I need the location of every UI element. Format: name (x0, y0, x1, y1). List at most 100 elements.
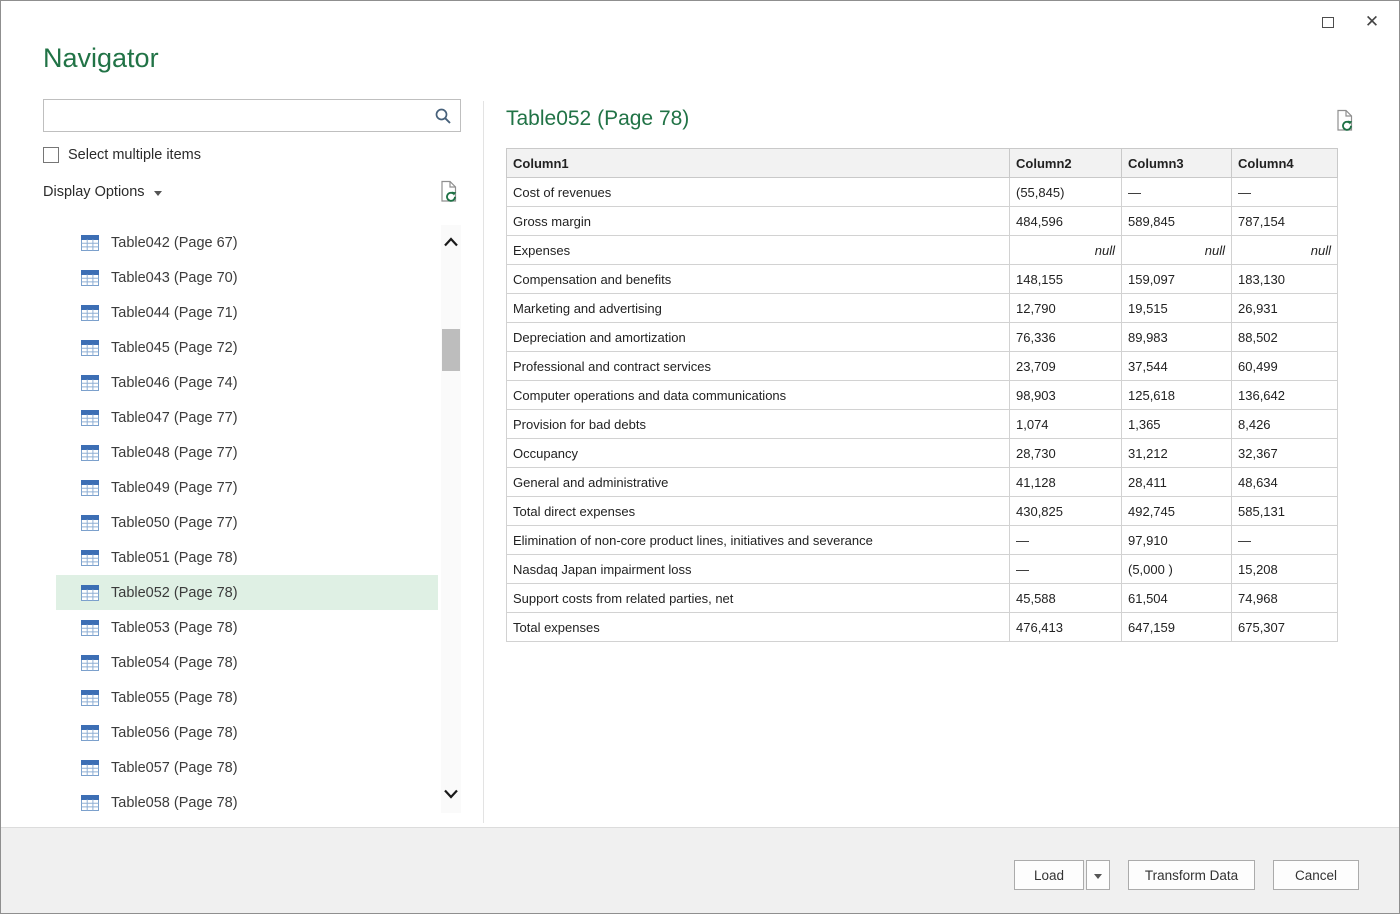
load-button[interactable]: Load (1014, 860, 1084, 890)
search-input[interactable] (44, 100, 426, 131)
refresh-preview-icon[interactable] (439, 180, 459, 209)
table-cell: Depreciation and amortization (506, 322, 1010, 352)
list-item[interactable]: Table042 (Page 67) (56, 225, 438, 260)
table-cell: Provision for bad debts (506, 409, 1010, 439)
table-cell: 1,365 (1121, 409, 1232, 439)
table-cell: 8,426 (1231, 409, 1338, 439)
column-header[interactable]: Column1 (506, 148, 1010, 178)
select-multiple-row: Select multiple items (43, 147, 201, 163)
table-cell: 476,413 (1009, 612, 1122, 642)
transform-data-button[interactable]: Transform Data (1128, 860, 1255, 890)
scrollbar-thumb[interactable] (442, 329, 460, 371)
list-item[interactable]: Table056 (Page 78) (56, 715, 438, 750)
table-grid-icon (81, 759, 99, 776)
table-grid-icon (81, 794, 99, 811)
table-cell: null (1009, 235, 1122, 265)
table-row: Computer operations and data communicati… (506, 380, 1338, 410)
table-cell: 589,845 (1121, 206, 1232, 236)
display-options-dropdown[interactable]: Display Options (43, 184, 162, 200)
table-grid-icon (81, 584, 99, 601)
table-cell: Expenses (506, 235, 1010, 265)
list-item-label: Table050 (Page 77) (111, 514, 238, 531)
column-header[interactable]: Column3 (1121, 148, 1232, 178)
table-cell: 32,367 (1231, 438, 1338, 468)
list-item[interactable]: Table051 (Page 78) (56, 540, 438, 575)
list-item-label: Table057 (Page 78) (111, 759, 238, 776)
search-box (43, 99, 461, 132)
table-cell: Compensation and benefits (506, 264, 1010, 294)
table-grid-icon (81, 724, 99, 741)
list-item[interactable]: Table048 (Page 77) (56, 435, 438, 470)
list-item[interactable]: Table044 (Page 71) (56, 295, 438, 330)
table-cell: 61,504 (1121, 583, 1232, 613)
search-icon[interactable] (434, 107, 453, 131)
list-item[interactable]: Table047 (Page 77) (56, 400, 438, 435)
column-header[interactable]: Column2 (1009, 148, 1122, 178)
list-item-label: Table056 (Page 78) (111, 724, 238, 741)
table-cell: 159,097 (1121, 264, 1232, 294)
list-item[interactable]: Table054 (Page 78) (56, 645, 438, 680)
list-item[interactable]: Table045 (Page 72) (56, 330, 438, 365)
table-list: Table042 (Page 67) Table043 (Page 70) Tabl… (56, 225, 438, 820)
table-cell: 89,983 (1121, 322, 1232, 352)
list-item[interactable]: Table057 (Page 78) (56, 750, 438, 785)
table-cell: 484,596 (1009, 206, 1122, 236)
table-row: Expenses null null null (506, 235, 1338, 265)
table-cell: — (1231, 525, 1338, 555)
table-cell: Elimination of non-core product lines, i… (506, 525, 1010, 555)
list-item[interactable]: Table058 (Page 78) (56, 785, 438, 820)
list-scrollbar[interactable] (441, 225, 461, 813)
table-row: Cost of revenues (55,845) — — (506, 177, 1338, 207)
close-button[interactable]: ✕ (1357, 9, 1387, 35)
refresh-preview-icon[interactable] (1335, 109, 1355, 138)
table-grid-icon (81, 304, 99, 321)
table-grid-icon (81, 269, 99, 286)
table-cell: (5,000 ) (1121, 554, 1232, 584)
table-cell: 492,745 (1121, 496, 1232, 526)
list-item[interactable]: Table055 (Page 78) (56, 680, 438, 715)
list-item[interactable]: Table050 (Page 77) (56, 505, 438, 540)
select-multiple-checkbox[interactable] (43, 147, 59, 163)
table-row: Depreciation and amortization 76,336 89,98… (506, 322, 1338, 352)
table-cell: 48,634 (1231, 467, 1338, 497)
scroll-up-icon[interactable] (442, 235, 460, 249)
table-row: Gross margin 484,596 589,845 787,154 (506, 206, 1338, 236)
display-options-label: Display Options (43, 184, 145, 200)
list-item-label: Table058 (Page 78) (111, 794, 238, 811)
select-multiple-label: Select multiple items (68, 147, 201, 163)
list-item[interactable]: Table046 (Page 74) (56, 365, 438, 400)
preview-header-row: Column1 Column2 Column3 Column4 (506, 148, 1338, 178)
cancel-button[interactable]: Cancel (1273, 860, 1359, 890)
table-grid-icon (81, 374, 99, 391)
table-row: Support costs from related parties, net 4… (506, 583, 1338, 613)
table-grid-icon (81, 479, 99, 496)
table-cell: 45,588 (1009, 583, 1122, 613)
list-item-label: Table043 (Page 70) (111, 269, 238, 286)
table-cell: 26,931 (1231, 293, 1338, 323)
table-cell: 97,910 (1121, 525, 1232, 555)
table-cell: — (1231, 177, 1338, 207)
table-cell: — (1009, 525, 1122, 555)
table-cell: 74,968 (1231, 583, 1338, 613)
table-cell: Computer operations and data communicati… (506, 380, 1010, 410)
list-item-label: Table042 (Page 67) (111, 234, 238, 251)
table-grid-icon (81, 409, 99, 426)
table-cell: Gross margin (506, 206, 1010, 236)
list-item[interactable]: Table052 (Page 78) (56, 575, 438, 610)
table-cell: Nasdaq Japan impairment loss (506, 554, 1010, 584)
list-item[interactable]: Table053 (Page 78) (56, 610, 438, 645)
maximize-button[interactable] (1313, 9, 1343, 35)
table-cell: Occupancy (506, 438, 1010, 468)
scroll-down-icon[interactable] (442, 787, 460, 801)
table-cell: 76,336 (1009, 322, 1122, 352)
table-cell: 1,074 (1009, 409, 1122, 439)
list-item[interactable]: Table049 (Page 77) (56, 470, 438, 505)
table-cell: 37,544 (1121, 351, 1232, 381)
table-cell: 787,154 (1231, 206, 1338, 236)
chevron-down-icon (153, 191, 162, 196)
list-item[interactable]: Table043 (Page 70) (56, 260, 438, 295)
column-header[interactable]: Column4 (1231, 148, 1338, 178)
load-dropdown-button[interactable] (1086, 860, 1110, 890)
table-row: Marketing and advertising 12,790 19,515 26,… (506, 293, 1338, 323)
table-row: Nasdaq Japan impairment loss — (5,000 ) 15,… (506, 554, 1338, 584)
